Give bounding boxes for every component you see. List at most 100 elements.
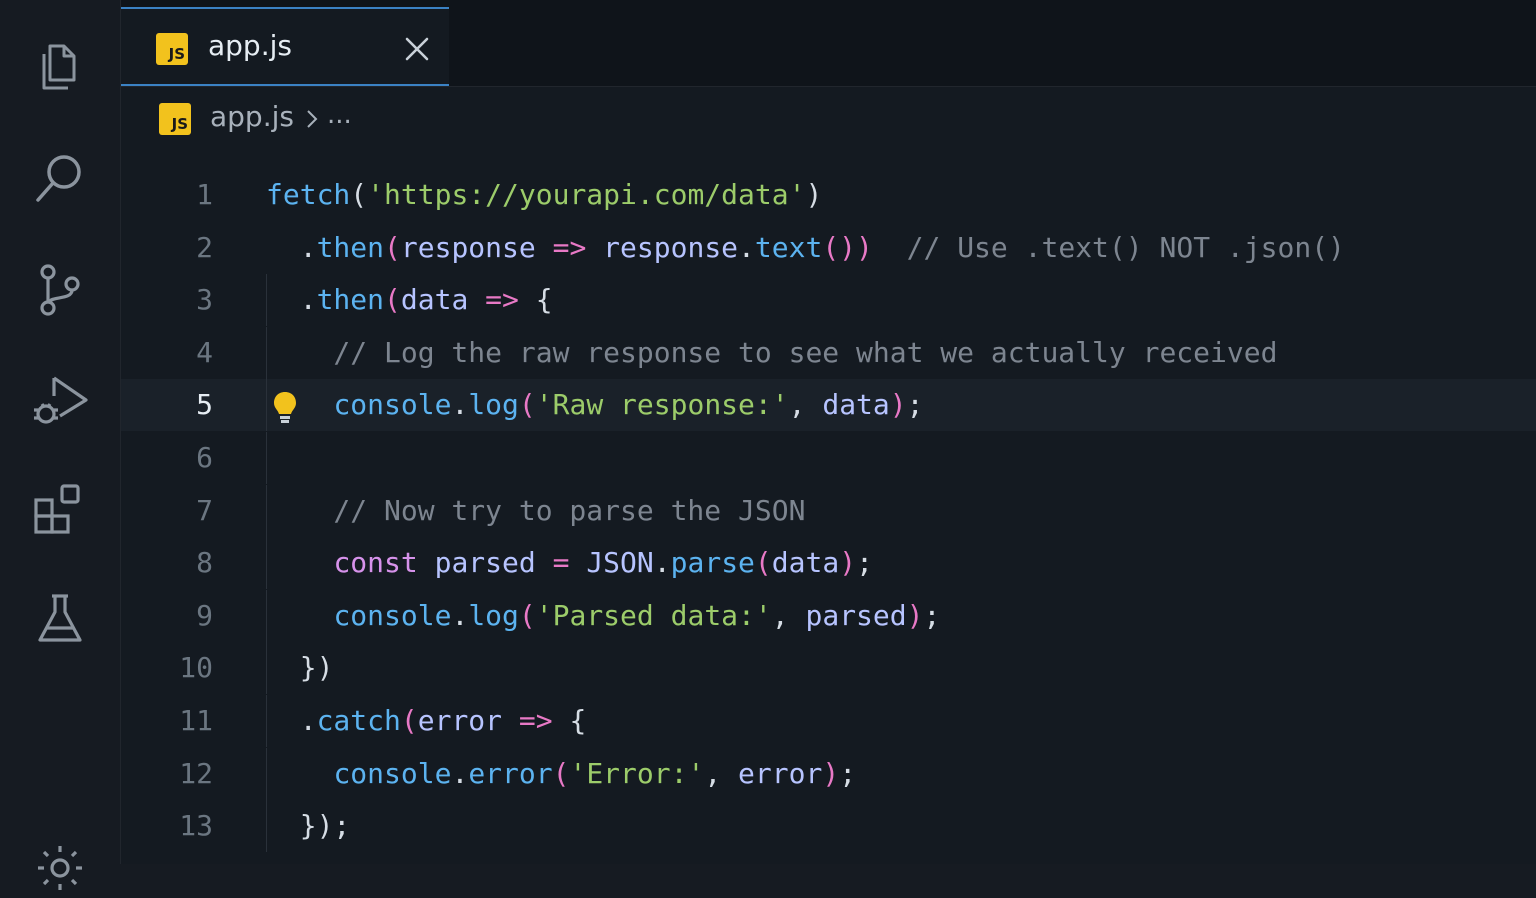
tab-app-js[interactable]: JS app.js xyxy=(121,7,449,86)
code-token: 'Raw response:' xyxy=(535,388,789,422)
code-token: ( xyxy=(754,546,772,580)
code-line[interactable]: 3 .then(data => { xyxy=(121,274,1536,327)
code-token: console xyxy=(333,756,452,790)
close-icon[interactable] xyxy=(403,35,431,63)
code-text: .then(response => response.text()) // Us… xyxy=(266,222,1345,274)
code-line[interactable]: 1 fetch('https://yourapi.com/data') xyxy=(121,169,1536,221)
code-token: // Log the raw response to see what we a… xyxy=(266,335,1278,369)
code-text: // Now try to parse the JSON xyxy=(266,485,805,537)
breadcrumb-more[interactable]: ... xyxy=(327,100,352,130)
code-token: response xyxy=(400,230,536,264)
code-token: ()) xyxy=(822,230,873,264)
code-line[interactable]: 13 }); xyxy=(121,800,1536,853)
code-token: ( xyxy=(384,230,401,264)
code-token: => xyxy=(485,283,519,317)
code-token: response xyxy=(603,230,739,264)
testing-icon[interactable] xyxy=(30,590,90,650)
code-token: catch xyxy=(316,704,401,737)
js-file-icon: JS xyxy=(156,33,188,65)
code-token: data xyxy=(400,283,469,317)
code-token: => xyxy=(518,704,553,737)
source-control-icon[interactable] xyxy=(30,260,90,320)
run-debug-icon[interactable] xyxy=(30,370,90,430)
code-token: ( xyxy=(350,178,368,211)
code-token: . xyxy=(266,283,317,317)
code-token: ; xyxy=(923,598,941,632)
code-line[interactable]: 4 // Log the raw response to see what we… xyxy=(121,326,1536,379)
code-token: ; xyxy=(906,388,924,422)
code-token: . xyxy=(451,756,469,790)
code-token: , xyxy=(704,756,739,790)
line-number: 12 xyxy=(179,756,213,790)
code-line[interactable]: 2 .then(response => response.text()) // … xyxy=(121,222,1536,274)
code-token: // Now try to parse the JSON xyxy=(266,493,806,527)
explorer-icon[interactable] xyxy=(30,36,90,96)
code-text: }); xyxy=(266,800,351,852)
code-token: { xyxy=(518,283,553,317)
code-token: text xyxy=(754,230,823,264)
code-token: }); xyxy=(266,809,351,843)
code-token: parsed xyxy=(805,598,907,632)
line-number: 1 xyxy=(196,178,213,211)
tab-bar: JS app.js xyxy=(121,0,1536,87)
code-token: 'Parsed data:' xyxy=(535,598,772,632)
code-token: error xyxy=(468,756,553,790)
code-line[interactable]: 12 console.error('Error:', error); xyxy=(121,747,1536,800)
code-line[interactable]: 11 .catch(error => { xyxy=(121,695,1536,747)
code-text: .then(data => { xyxy=(266,274,553,326)
chevron-right-icon xyxy=(305,109,319,129)
code-token: . xyxy=(738,230,755,264)
code-token: ( xyxy=(552,756,570,790)
code-line[interactable]: 9 console.log('Parsed data:', parsed); xyxy=(121,589,1536,642)
code-line[interactable]: 8 const parsed = JSON.parse(data); xyxy=(121,537,1536,590)
extensions-icon[interactable] xyxy=(30,480,90,540)
code-token: ) xyxy=(906,598,924,632)
code-token: => xyxy=(552,230,587,264)
line-number: 4 xyxy=(196,335,213,369)
code-token: { xyxy=(552,704,587,737)
line-number: 13 xyxy=(179,809,213,843)
code-token: error xyxy=(738,756,823,790)
code-token: // Use .text() NOT .json() xyxy=(872,230,1345,264)
settings-gear-icon[interactable] xyxy=(30,838,90,898)
code-token: . xyxy=(451,598,469,632)
search-icon[interactable] xyxy=(30,148,90,208)
code-token: console xyxy=(333,598,452,632)
code-line[interactable]: 6 xyxy=(121,432,1536,484)
code-token: ( xyxy=(518,598,536,632)
code-line[interactable]: 10 }) xyxy=(121,642,1536,695)
code-token: const xyxy=(333,546,418,580)
code-token: then xyxy=(316,283,385,317)
indent-guide xyxy=(266,432,267,484)
code-text: const parsed = JSON.parse(data); xyxy=(266,537,873,589)
code-token: ) xyxy=(822,756,840,790)
code-token: JSON xyxy=(586,546,654,580)
line-number: 2 xyxy=(196,230,213,264)
code-line[interactable]: 5 console.log('Raw response:', data); xyxy=(121,379,1536,432)
code-token: ( xyxy=(400,704,418,737)
code-token: console xyxy=(333,388,452,422)
code-text: fetch('https://yourapi.com/data') xyxy=(266,169,822,221)
breadcrumb-file[interactable]: app.js xyxy=(210,100,294,133)
line-number: 6 xyxy=(196,441,213,474)
line-number: 11 xyxy=(179,704,213,737)
code-editor[interactable]: JS app.js ... 1 fetch('https://yourapi.co… xyxy=(121,87,1536,864)
activity-bar xyxy=(0,0,121,890)
code-line[interactable]: 7 // Now try to parse the JSON xyxy=(121,484,1536,537)
code-token: parse xyxy=(670,546,755,580)
tab-label: app.js xyxy=(208,29,292,62)
code-token: ; xyxy=(839,756,857,790)
js-file-icon: JS xyxy=(159,103,191,135)
code-token: ( xyxy=(518,388,536,422)
code-text: console.log('Raw response:', data); xyxy=(266,379,924,431)
code-token: }) xyxy=(266,651,334,685)
lightbulb-icon[interactable] xyxy=(272,389,298,424)
code-token: log xyxy=(468,598,519,632)
code-token: fetch xyxy=(266,178,351,211)
code-token: . xyxy=(653,546,671,580)
